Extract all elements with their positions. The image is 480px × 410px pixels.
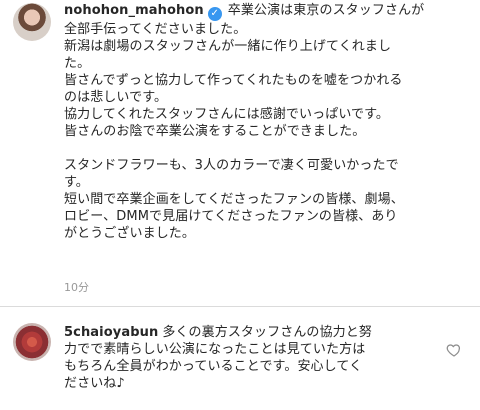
post-timestamp: 10分 xyxy=(64,281,89,294)
reply-line: 力でで素晴らしい公演になったことは見ていた方は xyxy=(64,342,366,357)
caption-line: 新潟は劇場のスタッフさんが一緒に作り上げてくれまし xyxy=(64,39,392,54)
heart-outline-icon[interactable] xyxy=(446,342,462,358)
caption-line: 皆さんでずっと協力して作ってくれたものを嘘をつかれる xyxy=(64,73,403,88)
caption-line-1: nohohon_mahohon ✓ 卒業公演は東京のスタッフさんが xyxy=(64,2,466,21)
reply-line: ださいね♪ xyxy=(64,376,125,391)
reply-line: もちろん全員がわかっていることです。安心してく xyxy=(64,359,363,374)
caption-text: nohohon_mahohon ✓ 卒業公演は東京のスタッフさんが 全部手伝ってくだ… xyxy=(64,2,466,242)
reply-author-username[interactable]: 5chaioyabun xyxy=(64,325,158,340)
caption-line: スタンドフラワーも、3人のカラーで凄く可愛いかったで xyxy=(64,158,399,173)
caption-line: た。 xyxy=(64,56,91,71)
caption-line: のは悲しいです。 xyxy=(64,90,168,105)
reply-author-avatar[interactable] xyxy=(13,323,51,361)
post-author-username[interactable]: nohohon_mahohon xyxy=(64,3,204,18)
caption-line-text: 卒業公演は東京のスタッフさんが xyxy=(227,3,425,18)
caption-line: 皆さんのお陰で卒業公演をすることができました。 xyxy=(64,124,366,139)
reply-comment: 5chaioyabun 多くの裏方スタッフさんの協力と努 力でで素晴らしい公演にな… xyxy=(64,324,466,392)
section-divider xyxy=(0,306,480,307)
post-caption: nohohon_mahohon ✓ 卒業公演は東京のスタッフさんが 全部手伝ってくだ… xyxy=(0,0,480,306)
caption-line: ロビー、DMMで見届けてくださったファンの皆様、あり xyxy=(64,209,398,224)
caption-line xyxy=(64,140,466,157)
post-author-avatar[interactable] xyxy=(13,3,51,41)
caption-line: がとうございました。 xyxy=(64,226,196,241)
caption-line: 短い間で卒業企画をしてくださったファンの皆様、劇場、 xyxy=(64,192,404,207)
reply-line-1: 5chaioyabun 多くの裏方スタッフさんの協力と努 xyxy=(64,324,466,341)
caption-line: す。 xyxy=(64,175,89,190)
caption-line: 全部手伝ってくださいました。 xyxy=(64,22,247,37)
verified-badge-icon: ✓ xyxy=(207,7,222,21)
caption-line: 協力してくれたスタッフさんには感謝でいっぱいです。 xyxy=(64,107,390,122)
reply-line-text: 多くの裏方スタッフさんの協力と努 xyxy=(162,325,372,340)
